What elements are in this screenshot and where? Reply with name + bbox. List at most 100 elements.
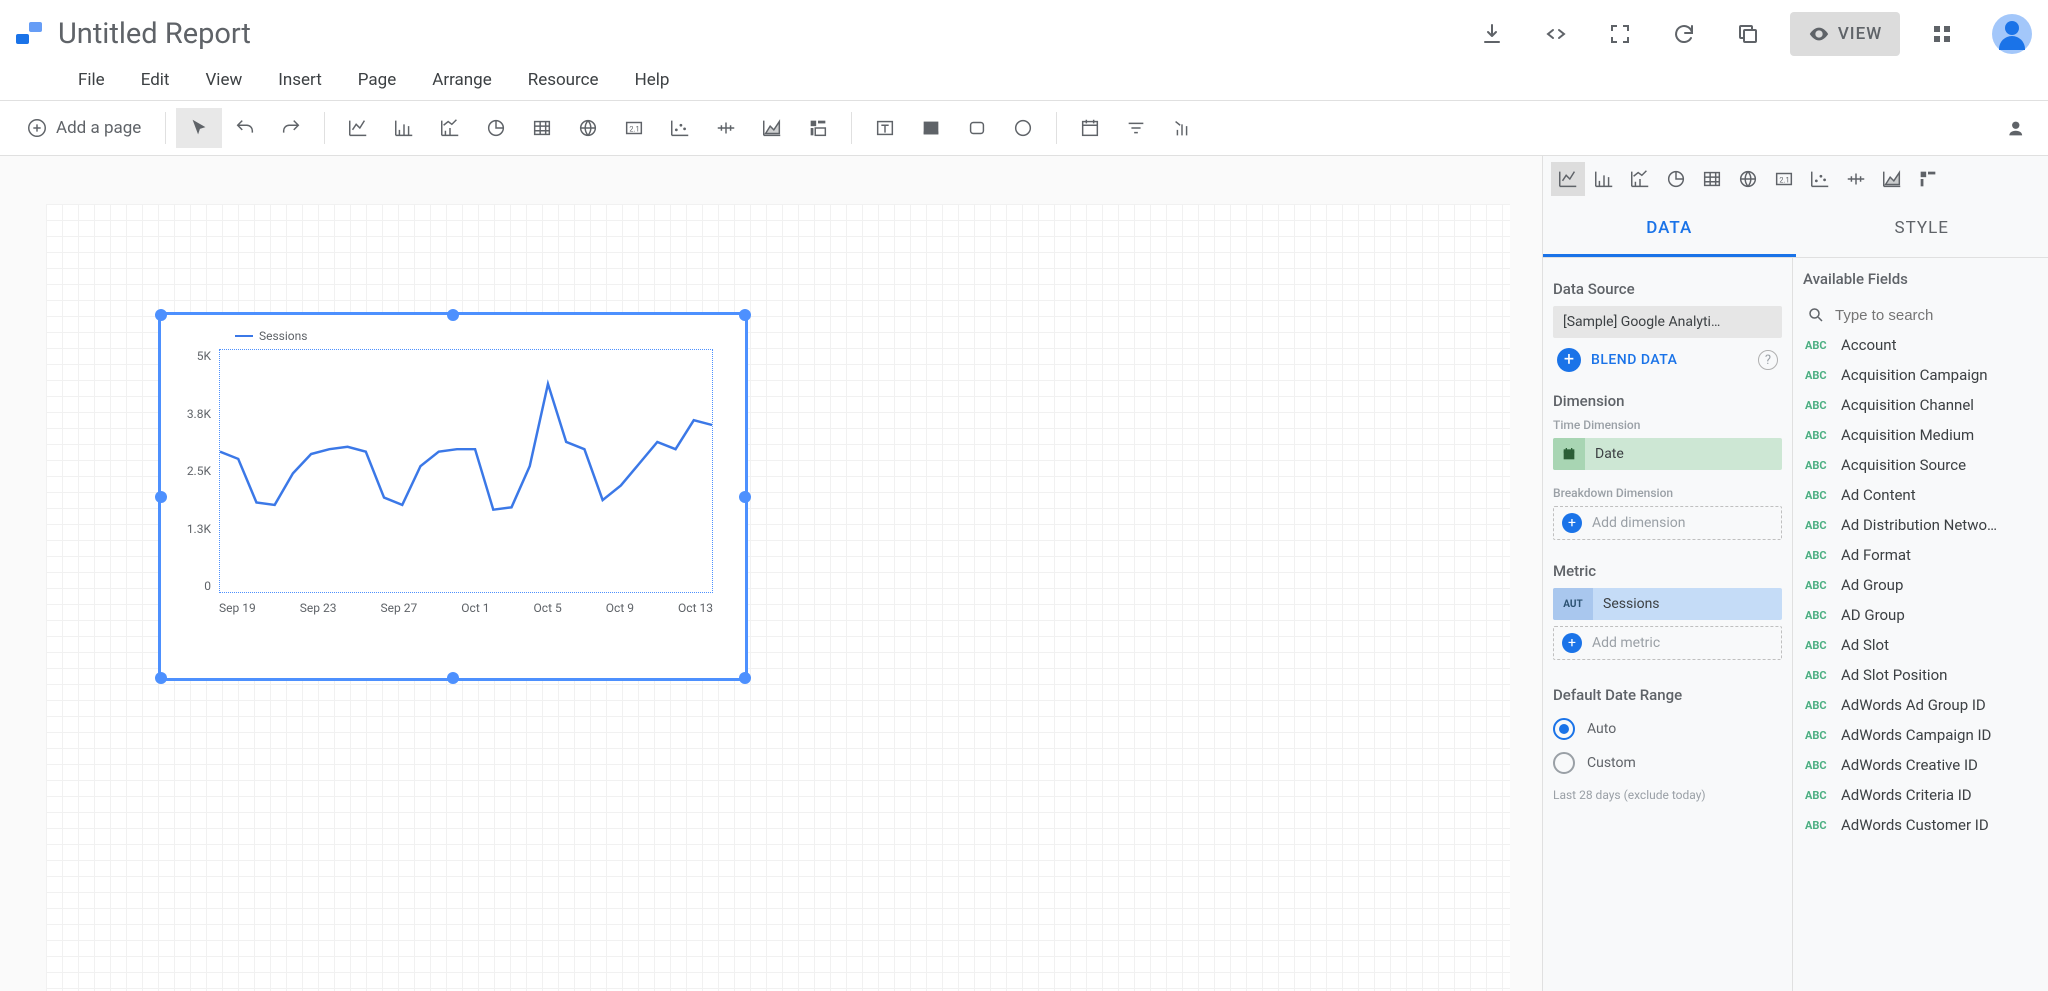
menu-insert[interactable]: Insert xyxy=(276,64,324,96)
apps-icon[interactable] xyxy=(1920,12,1964,56)
table-icon[interactable] xyxy=(519,108,565,148)
plus-icon: + xyxy=(1562,513,1582,533)
bullet-chart-icon[interactable] xyxy=(703,108,749,148)
resize-handle[interactable] xyxy=(739,491,751,503)
field-item[interactable]: ABCAdWords Customer ID xyxy=(1803,810,2038,840)
svg-text:2.1: 2.1 xyxy=(630,125,640,134)
strip-combo-chart-icon[interactable] xyxy=(1623,162,1657,196)
field-item[interactable]: ABCAdWords Campaign ID xyxy=(1803,720,2038,750)
pie-chart-icon[interactable] xyxy=(473,108,519,148)
resize-handle[interactable] xyxy=(447,309,459,321)
field-item[interactable]: ABCAcquisition Source xyxy=(1803,450,2038,480)
add-metric-button[interactable]: + Add metric xyxy=(1553,626,1782,660)
line-chart-icon[interactable] xyxy=(335,108,381,148)
view-button[interactable]: VIEW xyxy=(1790,12,1900,56)
x-tick: Oct 5 xyxy=(534,601,562,615)
add-page-button[interactable]: Add a page xyxy=(12,117,155,139)
download-icon[interactable] xyxy=(1470,12,1514,56)
blend-data-button[interactable]: BLEND DATA xyxy=(1591,352,1677,368)
chart-selection[interactable]: Sessions 5K 3.8K 2.5K 1.3K 0 xyxy=(158,312,748,681)
filter-control-icon[interactable] xyxy=(1113,108,1159,148)
field-search-input[interactable] xyxy=(1835,307,2034,324)
field-item[interactable]: ABCAcquisition Channel xyxy=(1803,390,2038,420)
field-item[interactable]: ABCAdWords Criteria ID xyxy=(1803,780,2038,810)
copy-icon[interactable] xyxy=(1726,12,1770,56)
refresh-icon[interactable] xyxy=(1662,12,1706,56)
scatter-chart-icon[interactable] xyxy=(657,108,703,148)
add-people-icon[interactable] xyxy=(1990,108,2036,148)
area-chart-icon[interactable] xyxy=(749,108,795,148)
strip-scatter-chart-icon[interactable] xyxy=(1803,162,1837,196)
field-search[interactable] xyxy=(1803,300,2038,330)
embed-icon[interactable] xyxy=(1534,12,1578,56)
resize-handle[interactable] xyxy=(447,672,459,684)
data-source-chip[interactable]: [Sample] Google Analyti… xyxy=(1553,306,1782,338)
blend-plus-icon[interactable]: + xyxy=(1557,348,1581,372)
menu-view[interactable]: View xyxy=(203,64,244,96)
redo-button[interactable] xyxy=(268,108,314,148)
strip-bar-chart-icon[interactable] xyxy=(1587,162,1621,196)
field-name: Ad Distribution Netwo… xyxy=(1841,516,1997,534)
pivot-table-icon[interactable] xyxy=(795,108,841,148)
image-tool-icon[interactable] xyxy=(908,108,954,148)
tab-data[interactable]: DATA xyxy=(1543,202,1796,257)
menu-page[interactable]: Page xyxy=(356,64,398,96)
tab-style[interactable]: STYLE xyxy=(1796,202,2048,257)
dimension-date-chip[interactable]: Date xyxy=(1553,438,1782,470)
resize-handle[interactable] xyxy=(155,491,167,503)
strip-geo-chart-icon[interactable] xyxy=(1731,162,1765,196)
rectangle-tool-icon[interactable] xyxy=(954,108,1000,148)
field-item[interactable]: ABCAd Content xyxy=(1803,480,2038,510)
fullscreen-icon[interactable] xyxy=(1598,12,1642,56)
date-range-icon[interactable] xyxy=(1067,108,1113,148)
menu-resource[interactable]: Resource xyxy=(526,64,601,96)
resize-handle[interactable] xyxy=(155,672,167,684)
combo-chart-icon[interactable] xyxy=(427,108,473,148)
menu-edit[interactable]: Edit xyxy=(139,64,172,96)
resize-handle[interactable] xyxy=(739,309,751,321)
resize-handle[interactable] xyxy=(155,309,167,321)
help-icon[interactable]: ? xyxy=(1758,350,1778,370)
menu-file[interactable]: File xyxy=(76,64,107,96)
metric-sessions-chip[interactable]: AUT Sessions xyxy=(1553,588,1782,620)
add-dimension-button[interactable]: + Add dimension xyxy=(1553,506,1782,540)
text-tool-icon[interactable] xyxy=(862,108,908,148)
user-avatar[interactable] xyxy=(1992,14,2032,54)
field-item[interactable]: ABCAdWords Creative ID xyxy=(1803,750,2038,780)
strip-pivot-table-icon[interactable] xyxy=(1911,162,1945,196)
menu-arrange[interactable]: Arrange xyxy=(430,64,493,96)
undo-button[interactable] xyxy=(222,108,268,148)
menu-help[interactable]: Help xyxy=(633,64,672,96)
field-item[interactable]: ABCAcquisition Medium xyxy=(1803,420,2038,450)
geo-chart-icon[interactable] xyxy=(565,108,611,148)
field-item[interactable]: ABCAD Group xyxy=(1803,600,2038,630)
report-title[interactable]: Untitled Report xyxy=(58,17,251,51)
scorecard-icon[interactable]: 2.1 xyxy=(611,108,657,148)
radio-auto[interactable]: Auto xyxy=(1553,712,1782,746)
field-item[interactable]: ABCAd Slot Position xyxy=(1803,660,2038,690)
field-item[interactable]: ABCAccount xyxy=(1803,330,2038,360)
canvas-area[interactable]: Sessions 5K 3.8K 2.5K 1.3K 0 xyxy=(0,156,1542,991)
strip-table-icon[interactable] xyxy=(1695,162,1729,196)
radio-custom[interactable]: Custom xyxy=(1553,746,1782,780)
strip-scorecard-icon[interactable]: 2.1 xyxy=(1767,162,1801,196)
report-canvas[interactable]: Sessions 5K 3.8K 2.5K 1.3K 0 xyxy=(46,204,1510,991)
data-control-icon[interactable] xyxy=(1159,108,1205,148)
circle-tool-icon[interactable] xyxy=(1000,108,1046,148)
field-item[interactable]: ABCAcquisition Campaign xyxy=(1803,360,2038,390)
strip-area-chart-icon[interactable] xyxy=(1875,162,1909,196)
resize-handle[interactable] xyxy=(739,672,751,684)
strip-bullet-chart-icon[interactable] xyxy=(1839,162,1873,196)
field-name: AdWords Campaign ID xyxy=(1841,726,1991,744)
field-item[interactable]: ABCAd Distribution Netwo… xyxy=(1803,510,2038,540)
select-tool[interactable] xyxy=(176,108,222,148)
field-item[interactable]: ABCAd Group xyxy=(1803,570,2038,600)
field-item[interactable]: ABCAdWords Ad Group ID xyxy=(1803,690,2038,720)
text-type-icon: ABC xyxy=(1805,699,1831,712)
strip-line-chart-icon[interactable] xyxy=(1551,162,1585,196)
text-type-icon: ABC xyxy=(1805,639,1831,652)
field-item[interactable]: ABCAd Format xyxy=(1803,540,2038,570)
field-item[interactable]: ABCAd Slot xyxy=(1803,630,2038,660)
strip-pie-chart-icon[interactable] xyxy=(1659,162,1693,196)
bar-chart-icon[interactable] xyxy=(381,108,427,148)
